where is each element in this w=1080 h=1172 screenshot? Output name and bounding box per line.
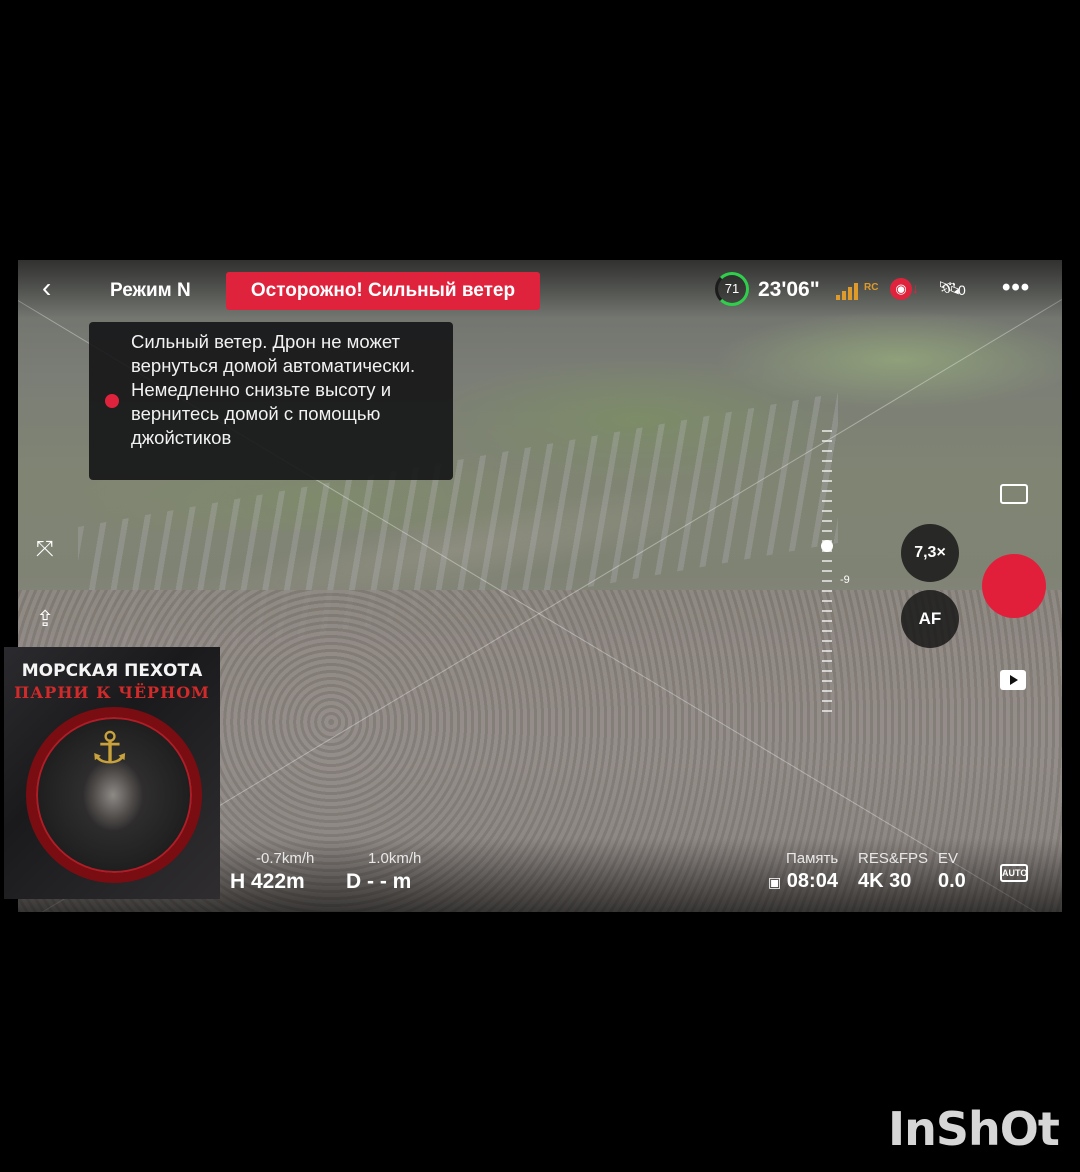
playback-icon[interactable]	[1000, 670, 1026, 690]
flight-mode-label[interactable]: Режим N	[110, 280, 191, 302]
memory-label: Память	[786, 850, 839, 867]
back-icon[interactable]: ‹	[42, 274, 68, 302]
unit-emblem: МОРСКАЯ ПЕХОТА ПАРНИ К ЧЁРНОМ ⚓	[4, 647, 220, 899]
emblem-subtitle: ПАРНИ К ЧЁРНОМ	[14, 683, 210, 702]
horizontal-speed: 1.0km/h	[368, 850, 422, 867]
obstacle-down-icon: ↓	[912, 280, 919, 296]
auto-camera-icon[interactable]: AUTO	[1000, 864, 1028, 882]
zoom-scale[interactable]	[822, 430, 832, 720]
rc-label: RC	[864, 282, 879, 293]
zoom-scale-knob[interactable]	[821, 540, 833, 552]
autofocus-button[interactable]: AF	[901, 590, 959, 648]
memory-time: 08:04	[786, 870, 838, 892]
zoom-button[interactable]: 7,3×	[901, 524, 959, 582]
distance-readout: D - - m	[346, 870, 412, 893]
record-button[interactable]	[982, 554, 1046, 618]
battery-indicator[interactable]: 71	[715, 272, 749, 306]
resfps-value[interactable]: 4K 30	[858, 870, 911, 893]
emblem-title: МОРСКАЯ ПЕХОТА	[21, 661, 203, 681]
return-home-icon[interactable]: ⇪	[36, 606, 54, 632]
more-menu-icon[interactable]: •••	[1002, 274, 1030, 302]
alert-message: Сильный ветер. Дрон не может вернуться д…	[131, 331, 416, 448]
alert-dot-icon	[105, 394, 119, 408]
resfps-label: RES&FPS	[858, 850, 929, 867]
photo-mode-icon[interactable]	[1000, 484, 1028, 504]
wind-warning-banner[interactable]: Осторожно! Сильный ветер	[226, 272, 540, 310]
anchor-icon: ⚓	[90, 724, 130, 773]
signal-strength-icon	[836, 282, 862, 300]
remaining-flight-time: 23'06"	[758, 278, 820, 301]
height-readout: H 422m	[230, 870, 305, 893]
satellite-count: 0	[958, 282, 966, 298]
obstacle-sensing-icon[interactable]: ◉	[890, 278, 912, 300]
memory-value: ▣ 08:04	[768, 870, 838, 893]
ev-value[interactable]: 0.0	[938, 870, 966, 893]
inshot-watermark: InShOt	[888, 1102, 1060, 1156]
ev-label: EV	[938, 850, 959, 867]
vertical-speed: -0.7km/h	[256, 850, 315, 867]
wind-alert-toast: Сильный ветер. Дрон не может вернуться д…	[89, 322, 453, 480]
zoom-scale-tick: -9	[840, 574, 850, 586]
sd-card-icon: ▣	[768, 874, 782, 890]
track-icon[interactable]: ⤧	[36, 536, 54, 562]
